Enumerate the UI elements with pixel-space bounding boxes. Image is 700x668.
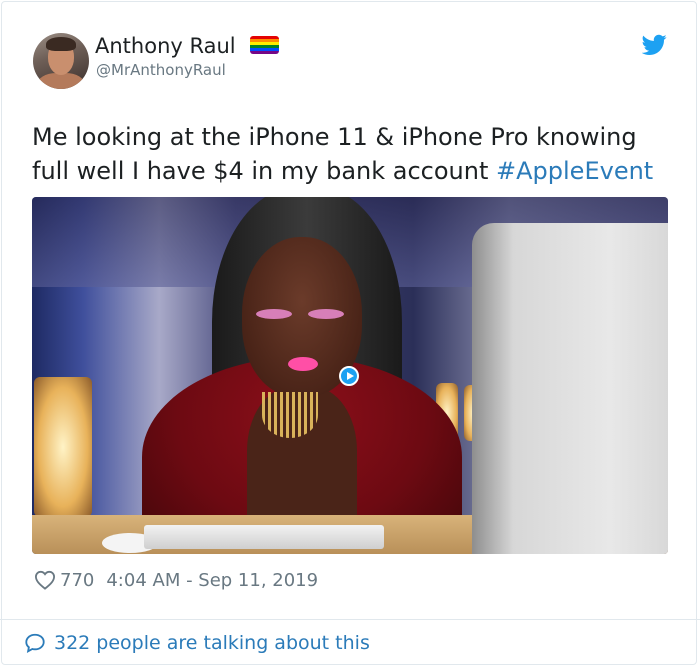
rainbow-flag-icon <box>250 36 279 54</box>
conversation-link[interactable]: 322 people are talking about this <box>24 630 370 656</box>
gif-play-icon[interactable] <box>339 366 359 386</box>
author-name[interactable]: Anthony Raul <box>95 34 236 58</box>
flag-stripe <box>250 51 279 54</box>
tweet-timestamp[interactable]: 4:04 AM - Sep 11, 2019 <box>106 570 318 591</box>
twitter-bird-icon[interactable] <box>642 34 667 56</box>
hashtag-link[interactable]: #AppleEvent <box>496 157 653 185</box>
tweet-meta: 770 4:04 AM - Sep 11, 2019 <box>34 568 318 592</box>
avatar[interactable] <box>33 33 89 89</box>
divider <box>0 619 700 620</box>
talking-text[interactable]: 322 people are talking about this <box>54 632 370 654</box>
heart-icon[interactable] <box>34 570 56 590</box>
author-handle[interactable]: @MrAnthonyRaul <box>96 61 226 79</box>
like-count[interactable]: 770 <box>60 570 94 591</box>
speech-bubble-icon <box>25 633 45 653</box>
tweet-text: Me looking at the iPhone 11 & iPhone Pro… <box>32 120 672 188</box>
